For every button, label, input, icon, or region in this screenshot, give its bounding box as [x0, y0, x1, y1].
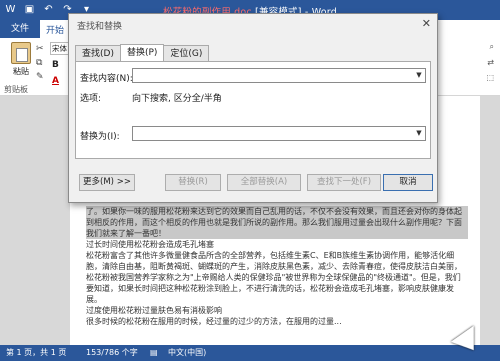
- replace-button[interactable]: 替换(R): [165, 174, 221, 191]
- document-body[interactable]: 了。如果你一味的服用松花粉来达到它的效果而自己乱用的话，不仅不会没有效果，而且还…: [86, 206, 468, 327]
- tab-start[interactable]: 开始: [46, 23, 64, 36]
- replace-icon[interactable]: ⇄: [486, 58, 494, 67]
- options-value: 向下搜索, 区分全/半角: [132, 94, 222, 104]
- font-color-button[interactable]: A: [52, 76, 59, 86]
- replace-input[interactable]: ▼: [132, 126, 426, 141]
- clipboard-small-icons: ✂ ⧉ ✎: [36, 44, 46, 82]
- clipboard-group-label: 剪贴板: [4, 85, 28, 94]
- page-count[interactable]: 第 1 页，共 1 页: [6, 345, 66, 361]
- ribbon-right-icons: ⌕ ⇄ ⬚: [486, 42, 494, 82]
- tab-find[interactable]: 查找(D): [75, 45, 121, 62]
- replace-all-button[interactable]: 全部替换(A): [227, 174, 301, 191]
- find-input[interactable]: ▼: [132, 68, 426, 83]
- cut-icon[interactable]: ✂: [36, 44, 46, 54]
- bold-button[interactable]: B: [52, 60, 59, 70]
- paste-label: 粘贴: [13, 67, 29, 76]
- word-count[interactable]: 153/786 个字: [86, 345, 138, 361]
- paste-button[interactable]: 粘贴: [8, 42, 34, 77]
- cancel-button[interactable]: 取消: [383, 174, 433, 191]
- tab-replace[interactable]: 替换(P): [119, 44, 165, 62]
- replace-panel: 查找内容(N): ▼ 选项: 向下搜索, 区分全/半角 替换为(I): ▼: [75, 61, 431, 159]
- more-button[interactable]: 更多(M) >>: [79, 174, 135, 191]
- dialog-tabs: 查找(D) 替换(P) 定位(G): [75, 44, 210, 62]
- language-indicator[interactable]: 中文(中国): [168, 345, 206, 361]
- clipboard-icon: [11, 42, 31, 64]
- dialog-title: 查找和替换: [77, 22, 123, 32]
- find-replace-dialog: 查找和替换 ✕ 查找(D) 替换(P) 定位(G) 查找内容(N): ▼ 选项:…: [68, 13, 438, 203]
- status-bar: 第 1 页，共 1 页 153/786 个字 ▤ 中文(中国): [0, 345, 500, 361]
- options-label: 选项:: [80, 94, 102, 104]
- replace-label: 替换为(I):: [80, 132, 120, 142]
- copy-icon[interactable]: ⧉: [36, 58, 46, 68]
- find-icon[interactable]: ⌕: [486, 42, 494, 52]
- paragraph-3[interactable]: 松花粉富含了其他许多微量健食品所含的全部营养，包括维生素C、E和B族维生素协调作…: [86, 250, 468, 305]
- paragraph-1[interactable]: 了。如果你一味的服用松花粉来达到它的效果而自己乱用的话，不仅不会没有效果，而且还…: [86, 206, 468, 239]
- tab-goto[interactable]: 定位(G): [163, 45, 210, 62]
- paragraph-2[interactable]: 过长时间使用松花粉会造成毛孔堵塞: [86, 239, 468, 250]
- find-next-button[interactable]: 查找下一处(F): [307, 174, 381, 191]
- replace-dropdown-icon[interactable]: ▼: [413, 127, 425, 140]
- format-painter-icon[interactable]: ✎: [36, 72, 46, 82]
- find-dropdown-icon[interactable]: ▼: [413, 69, 425, 82]
- proofing-icon[interactable]: ▤: [150, 345, 158, 361]
- select-icon[interactable]: ⬚: [486, 73, 494, 82]
- paragraph-4[interactable]: 过度使用松花粉过量肤色易有消极影响: [86, 305, 468, 316]
- find-label: 查找内容(N):: [80, 74, 133, 84]
- tab-file[interactable]: 文件: [0, 20, 40, 38]
- paragraph-5[interactable]: 很多时候的松花粉在服用的时候，经过量的过少的方法，在服用的过量...: [86, 316, 468, 327]
- close-icon[interactable]: ✕: [422, 17, 431, 30]
